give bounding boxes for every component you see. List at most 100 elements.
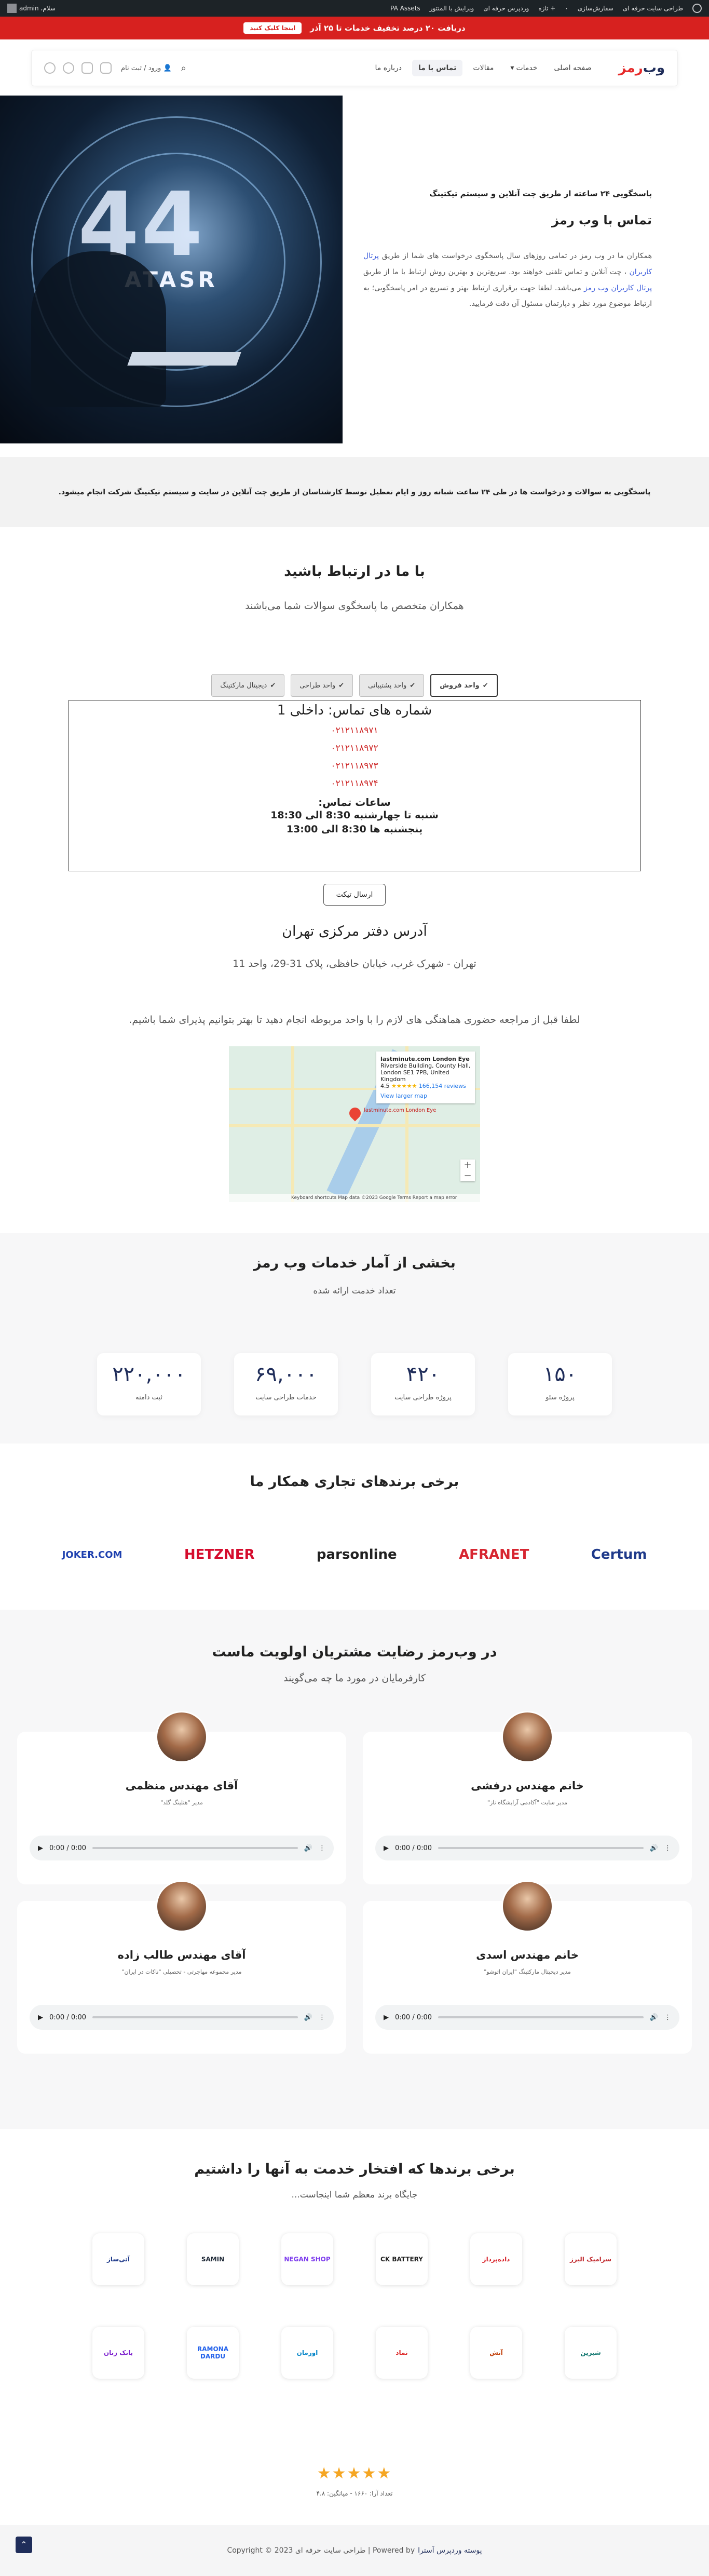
nav-articles[interactable]: مقالات xyxy=(467,60,500,76)
hours-line: شنبه تا چهارشنبه 8:30 الی 18:30 xyxy=(270,810,439,821)
tab-design[interactable]: ✔ واحد طراحی xyxy=(291,674,353,697)
logo-main: وب xyxy=(643,60,665,76)
admin-bar-comments[interactable]: ۰ xyxy=(565,5,568,12)
stat-label: پروژه طراحی سایت xyxy=(394,1394,452,1401)
admin-greeting: سلام، admin xyxy=(19,5,56,12)
rating-stars[interactable]: ★★★★★ xyxy=(0,2464,709,2483)
tab-sales[interactable]: ✔ واحد فروش xyxy=(430,674,498,697)
map-zoom-controls: + − xyxy=(460,1159,475,1181)
audio-progress[interactable] xyxy=(92,1847,298,1849)
admin-bar-new[interactable]: + تازه xyxy=(538,5,555,12)
admin-bar-pa-assets[interactable]: PA Assets xyxy=(390,5,420,12)
volume-icon[interactable]: 🔊 xyxy=(304,1844,312,1852)
play-icon[interactable]: ▶ xyxy=(384,1844,389,1852)
instagram-icon[interactable] xyxy=(81,62,93,74)
view-larger-map-link[interactable]: View larger map xyxy=(380,1093,471,1099)
play-icon[interactable]: ▶ xyxy=(384,2014,389,2021)
promo-button[interactable]: اینجا کلیک کنید xyxy=(243,22,302,34)
tab-marketing[interactable]: ✔ دیجیتال مارکتینگ xyxy=(211,674,285,697)
hero-paragraph: همکاران ما در وب رمز در تمامی روزهای سال… xyxy=(363,248,652,312)
stat-card: ۲۲۰,۰۰۰ ثبت دامنه xyxy=(97,1353,201,1415)
more-icon[interactable]: ⋮ xyxy=(319,2014,325,2021)
partner-logos: Certum AFRANET parsonline HETZNER JOKER.… xyxy=(31,1547,678,1562)
logo-accent: رمز xyxy=(618,60,643,76)
admin-bar-edit[interactable]: وردپرس حرفه ای xyxy=(483,5,529,12)
nav-services[interactable]: خدمات ▾ xyxy=(504,60,543,76)
support-strip-text: پاسخگویی به سوالات و درخواست ها در طی ۲۴… xyxy=(58,488,651,496)
audio-progress[interactable] xyxy=(438,1847,644,1849)
play-icon[interactable]: ▶ xyxy=(38,1844,43,1852)
audio-player[interactable]: ▶ 0:00 / 0:00 🔊 ⋮ xyxy=(375,1836,679,1860)
audio-time: 0:00 / 0:00 xyxy=(49,2013,87,2021)
avatar xyxy=(156,1880,208,1932)
contact-subtitle: همکاران متخصص ما پاسخگوی سوالات شما می‌ب… xyxy=(245,600,464,612)
stats-title: بخشی از آمار خدمات وب رمز xyxy=(253,1255,456,1271)
whatsapp-icon[interactable] xyxy=(44,62,56,74)
phone-number[interactable]: ۰۲۱۲۱۱۸۹۷۴ xyxy=(69,778,640,789)
google-map[interactable]: lastminute.com London Eye Riverside Buil… xyxy=(229,1046,480,1202)
login-link[interactable]: 👤 ورود / ثبت نام xyxy=(121,64,172,72)
theme-link[interactable]: پوسته وردپرس آسترا xyxy=(418,2546,482,2555)
back-to-top-button[interactable]: ⌃ xyxy=(16,2537,32,2553)
send-ticket-button[interactable]: ارسال تیکت xyxy=(323,884,386,906)
client-logo: داده‌پرداز xyxy=(470,2233,522,2285)
zoom-in-button[interactable]: + xyxy=(460,1159,475,1170)
audio-time: 0:00 / 0:00 xyxy=(395,1844,432,1852)
testimonial-name: آقای مهندس منظمی xyxy=(125,1779,238,1792)
testimonial-card: خانم مهندس اسدی مدیر دیجیتال مارکتینگ "ا… xyxy=(363,1880,692,2054)
phone-number[interactable]: ۰۲۱۲۱۱۸۹۷۱ xyxy=(69,725,640,736)
play-icon[interactable]: ▶ xyxy=(38,2014,43,2021)
stat-value: ۲۲۰,۰۰۰ xyxy=(112,1363,186,1386)
audio-player[interactable]: ▶ 0:00 / 0:00 🔊 ⋮ xyxy=(30,1836,334,1860)
admin-bar-elementor[interactable]: ویرایش با المنتور xyxy=(430,5,474,12)
testimonial-role: مدیر "هتلینگ گلد" xyxy=(160,1799,203,1806)
audio-player[interactable]: ▶ 0:00 / 0:00 🔊 ⋮ xyxy=(30,2005,334,2030)
map-reviews[interactable]: 166,154 reviews xyxy=(419,1083,466,1089)
client-logo: نماد xyxy=(376,2327,428,2379)
header-left: ⌕ 👤 ورود / ثبت نام xyxy=(44,62,186,74)
phone-number[interactable]: ۰۲۱۲۱۱۸۹۷۳ xyxy=(69,761,640,771)
more-icon[interactable]: ⋮ xyxy=(664,1844,671,1852)
nav-contact[interactable]: تماس با ما xyxy=(412,60,463,76)
map-road xyxy=(291,1046,294,1202)
stat-value: ۱۵۰ xyxy=(543,1363,577,1386)
search-icon[interactable]: ⌕ xyxy=(181,63,186,74)
nav-home[interactable]: صفحه اصلی xyxy=(548,60,597,76)
phone-number[interactable]: ۰۲۱۲۱۱۸۹۷۲ xyxy=(69,743,640,753)
map-pin-label: lastminute.com London Eye xyxy=(364,1108,437,1113)
testimonial-name: خانم مهندس درفشی xyxy=(471,1779,584,1792)
client-logo: NEGAN SHOP xyxy=(281,2233,333,2285)
parsonline-logo: parsonline xyxy=(316,1547,397,1562)
zoom-out-button[interactable]: − xyxy=(460,1170,475,1181)
tab-support[interactable]: ✔ واحد پشتیبانی xyxy=(359,674,425,697)
hero-title: تماس با وب رمز xyxy=(552,213,652,227)
audio-progress[interactable] xyxy=(92,2016,298,2018)
volume-icon[interactable]: 🔊 xyxy=(304,2014,312,2021)
stat-card: ۱۵۰ پروژه سئو xyxy=(508,1353,612,1415)
client-logo: بانک زنان xyxy=(92,2327,144,2379)
admin-bar-customize[interactable]: سفارش‌سازی xyxy=(578,5,613,12)
admin-bar-site[interactable]: طراحی سایت حرفه ای xyxy=(623,5,683,12)
wordpress-logo[interactable] xyxy=(692,4,702,13)
audio-progress[interactable] xyxy=(438,2016,644,2018)
nav-about[interactable]: درباره ما xyxy=(369,60,408,76)
tab-label: واحد طراحی xyxy=(299,681,336,690)
wordpress-icon xyxy=(692,4,702,13)
department-tabs: ✔ واحد فروش ✔ واحد پشتیبانی ✔ واحد طراحی ✔ د… xyxy=(0,674,709,697)
more-icon[interactable]: ⋮ xyxy=(319,1844,325,1852)
portal-link-2[interactable]: پرتال کاربران وب رمز xyxy=(584,284,652,292)
map-place-name: lastminute.com London Eye xyxy=(380,1056,470,1062)
volume-icon[interactable]: 🔊 xyxy=(650,2014,658,2021)
volume-icon[interactable]: 🔊 xyxy=(650,1844,658,1852)
tab-label: واحد فروش xyxy=(440,681,480,690)
audio-player[interactable]: ▶ 0:00 / 0:00 🔊 ⋮ xyxy=(375,2005,679,2030)
site-footer: Copyright © 2023 طراحی سایت حرفه ای | Po… xyxy=(0,2525,709,2576)
visit-notice: لطفا قبل از مراجعه حضوری هماهنگی های لاز… xyxy=(129,1014,580,1026)
telegram-icon[interactable] xyxy=(63,62,74,74)
more-icon[interactable]: ⋮ xyxy=(664,2014,671,2021)
support-strip: پاسخگویی به سوالات و درخواست ها در طی ۲۴… xyxy=(0,457,709,527)
admin-bar-account[interactable]: سلام، admin xyxy=(7,4,56,13)
site-logo[interactable]: وب رمز xyxy=(618,60,665,76)
aparat-icon[interactable] xyxy=(100,62,112,74)
hetzner-logo: HETZNER xyxy=(184,1547,255,1562)
